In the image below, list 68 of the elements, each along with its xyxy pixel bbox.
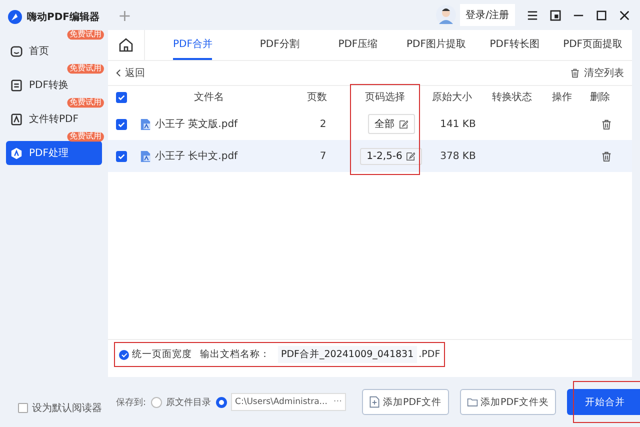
checkbox-label: 设为默认阅读器 bbox=[32, 402, 102, 415]
chevron-left-icon[interactable] bbox=[116, 69, 121, 77]
page-count: 7 bbox=[320, 150, 326, 162]
sidebar-item[interactable]: 首页 bbox=[6, 39, 102, 63]
trial-badge: 免费试用 bbox=[67, 64, 104, 74]
hexagon-icon bbox=[10, 146, 23, 160]
sidebar-item[interactable]: PDF转换 bbox=[6, 73, 102, 97]
custom-folder-radio[interactable] bbox=[216, 396, 228, 408]
tab[interactable]: PDF合并 bbox=[173, 30, 212, 60]
column-header: 文件名 bbox=[194, 90, 224, 104]
default-reader-checkbox[interactable] bbox=[18, 403, 28, 413]
browse-button[interactable]: ··· bbox=[330, 397, 342, 407]
file-name: 小王子 英文版.pdf bbox=[155, 118, 238, 131]
file-row[interactable]: 小王子 长中文.pdf 7 1-2,5-6 378 KB bbox=[108, 140, 632, 172]
maximize-icon[interactable] bbox=[596, 10, 607, 20]
edit-icon[interactable] bbox=[398, 120, 408, 128]
avatar-icon bbox=[436, 5, 456, 25]
file-row[interactable]: 小王子 英文版.pdf 2 全部 141 KB bbox=[108, 108, 632, 140]
file-size: 378 KB bbox=[440, 150, 476, 162]
trial-badge: 免费试用 bbox=[67, 98, 104, 108]
logo-icon bbox=[8, 10, 22, 24]
column-header: 转换状态 bbox=[492, 90, 532, 104]
tab[interactable]: PDF压缩 bbox=[318, 30, 398, 60]
row-checkbox[interactable] bbox=[116, 150, 126, 162]
window-icon[interactable] bbox=[550, 10, 561, 20]
file-name: 小王子 长中文.pdf bbox=[155, 150, 238, 163]
document-icon bbox=[10, 112, 23, 126]
start-merge-button[interactable]: 开始合并 bbox=[567, 389, 640, 415]
output-name-label: 输出文档名称： bbox=[200, 348, 270, 361]
tab[interactable]: PDF图片提取 bbox=[397, 30, 476, 60]
save-to-label: 保存到: bbox=[116, 396, 146, 408]
page-count: 2 bbox=[320, 118, 326, 130]
tab[interactable]: PDF转长图 bbox=[475, 30, 554, 60]
clear-list-button[interactable]: 清空列表 bbox=[584, 66, 624, 80]
trash-icon[interactable] bbox=[600, 118, 612, 130]
login-button[interactable]: 登录/注册 bbox=[460, 4, 515, 26]
pdf-file-icon bbox=[140, 150, 151, 162]
source-folder-radio[interactable]: 原文件目录 bbox=[151, 396, 212, 408]
sidebar-item[interactable]: 文件转PDF bbox=[6, 107, 102, 131]
tab[interactable]: PDF页面提取 bbox=[554, 30, 632, 60]
close-icon[interactable] bbox=[619, 10, 630, 20]
add-file-icon[interactable] bbox=[369, 396, 380, 408]
file-extension: .PDF bbox=[418, 349, 440, 360]
document-icon bbox=[10, 78, 23, 92]
tab[interactable]: PDF分割 bbox=[240, 30, 319, 60]
back-button[interactable]: 返回 bbox=[125, 66, 145, 80]
trash-icon[interactable] bbox=[570, 68, 580, 78]
menu-icon[interactable] bbox=[527, 10, 538, 20]
output-path-field[interactable]: C:\Users\Administra... ··· bbox=[231, 393, 346, 411]
column-header: 原始大小 bbox=[432, 90, 472, 104]
select-all-checkbox[interactable] bbox=[116, 92, 126, 102]
trial-badge: 免费试用 bbox=[67, 30, 104, 40]
edit-icon[interactable] bbox=[406, 152, 416, 160]
column-header: 删除 bbox=[590, 91, 610, 104]
uniform-width-checkbox[interactable] bbox=[119, 350, 129, 360]
sidebar-item[interactable]: PDF处理 bbox=[6, 141, 102, 165]
trash-icon[interactable] bbox=[600, 150, 612, 162]
app-title: 嗨动PDF编辑器 bbox=[27, 10, 100, 24]
trial-badge: 免费试用 bbox=[67, 132, 104, 142]
column-header: 页数 bbox=[307, 91, 327, 104]
checkbox-label: 统一页面宽度 bbox=[132, 348, 192, 361]
column-header: 操作 bbox=[552, 91, 572, 104]
pdf-file-icon bbox=[140, 118, 151, 130]
file-size: 141 KB bbox=[440, 118, 476, 130]
folder-icon[interactable] bbox=[466, 396, 478, 408]
column-header: 页码选择 bbox=[365, 90, 405, 104]
output-name-field[interactable]: PDF合并_20241009_041831 bbox=[278, 346, 417, 363]
row-checkbox[interactable] bbox=[116, 118, 126, 130]
